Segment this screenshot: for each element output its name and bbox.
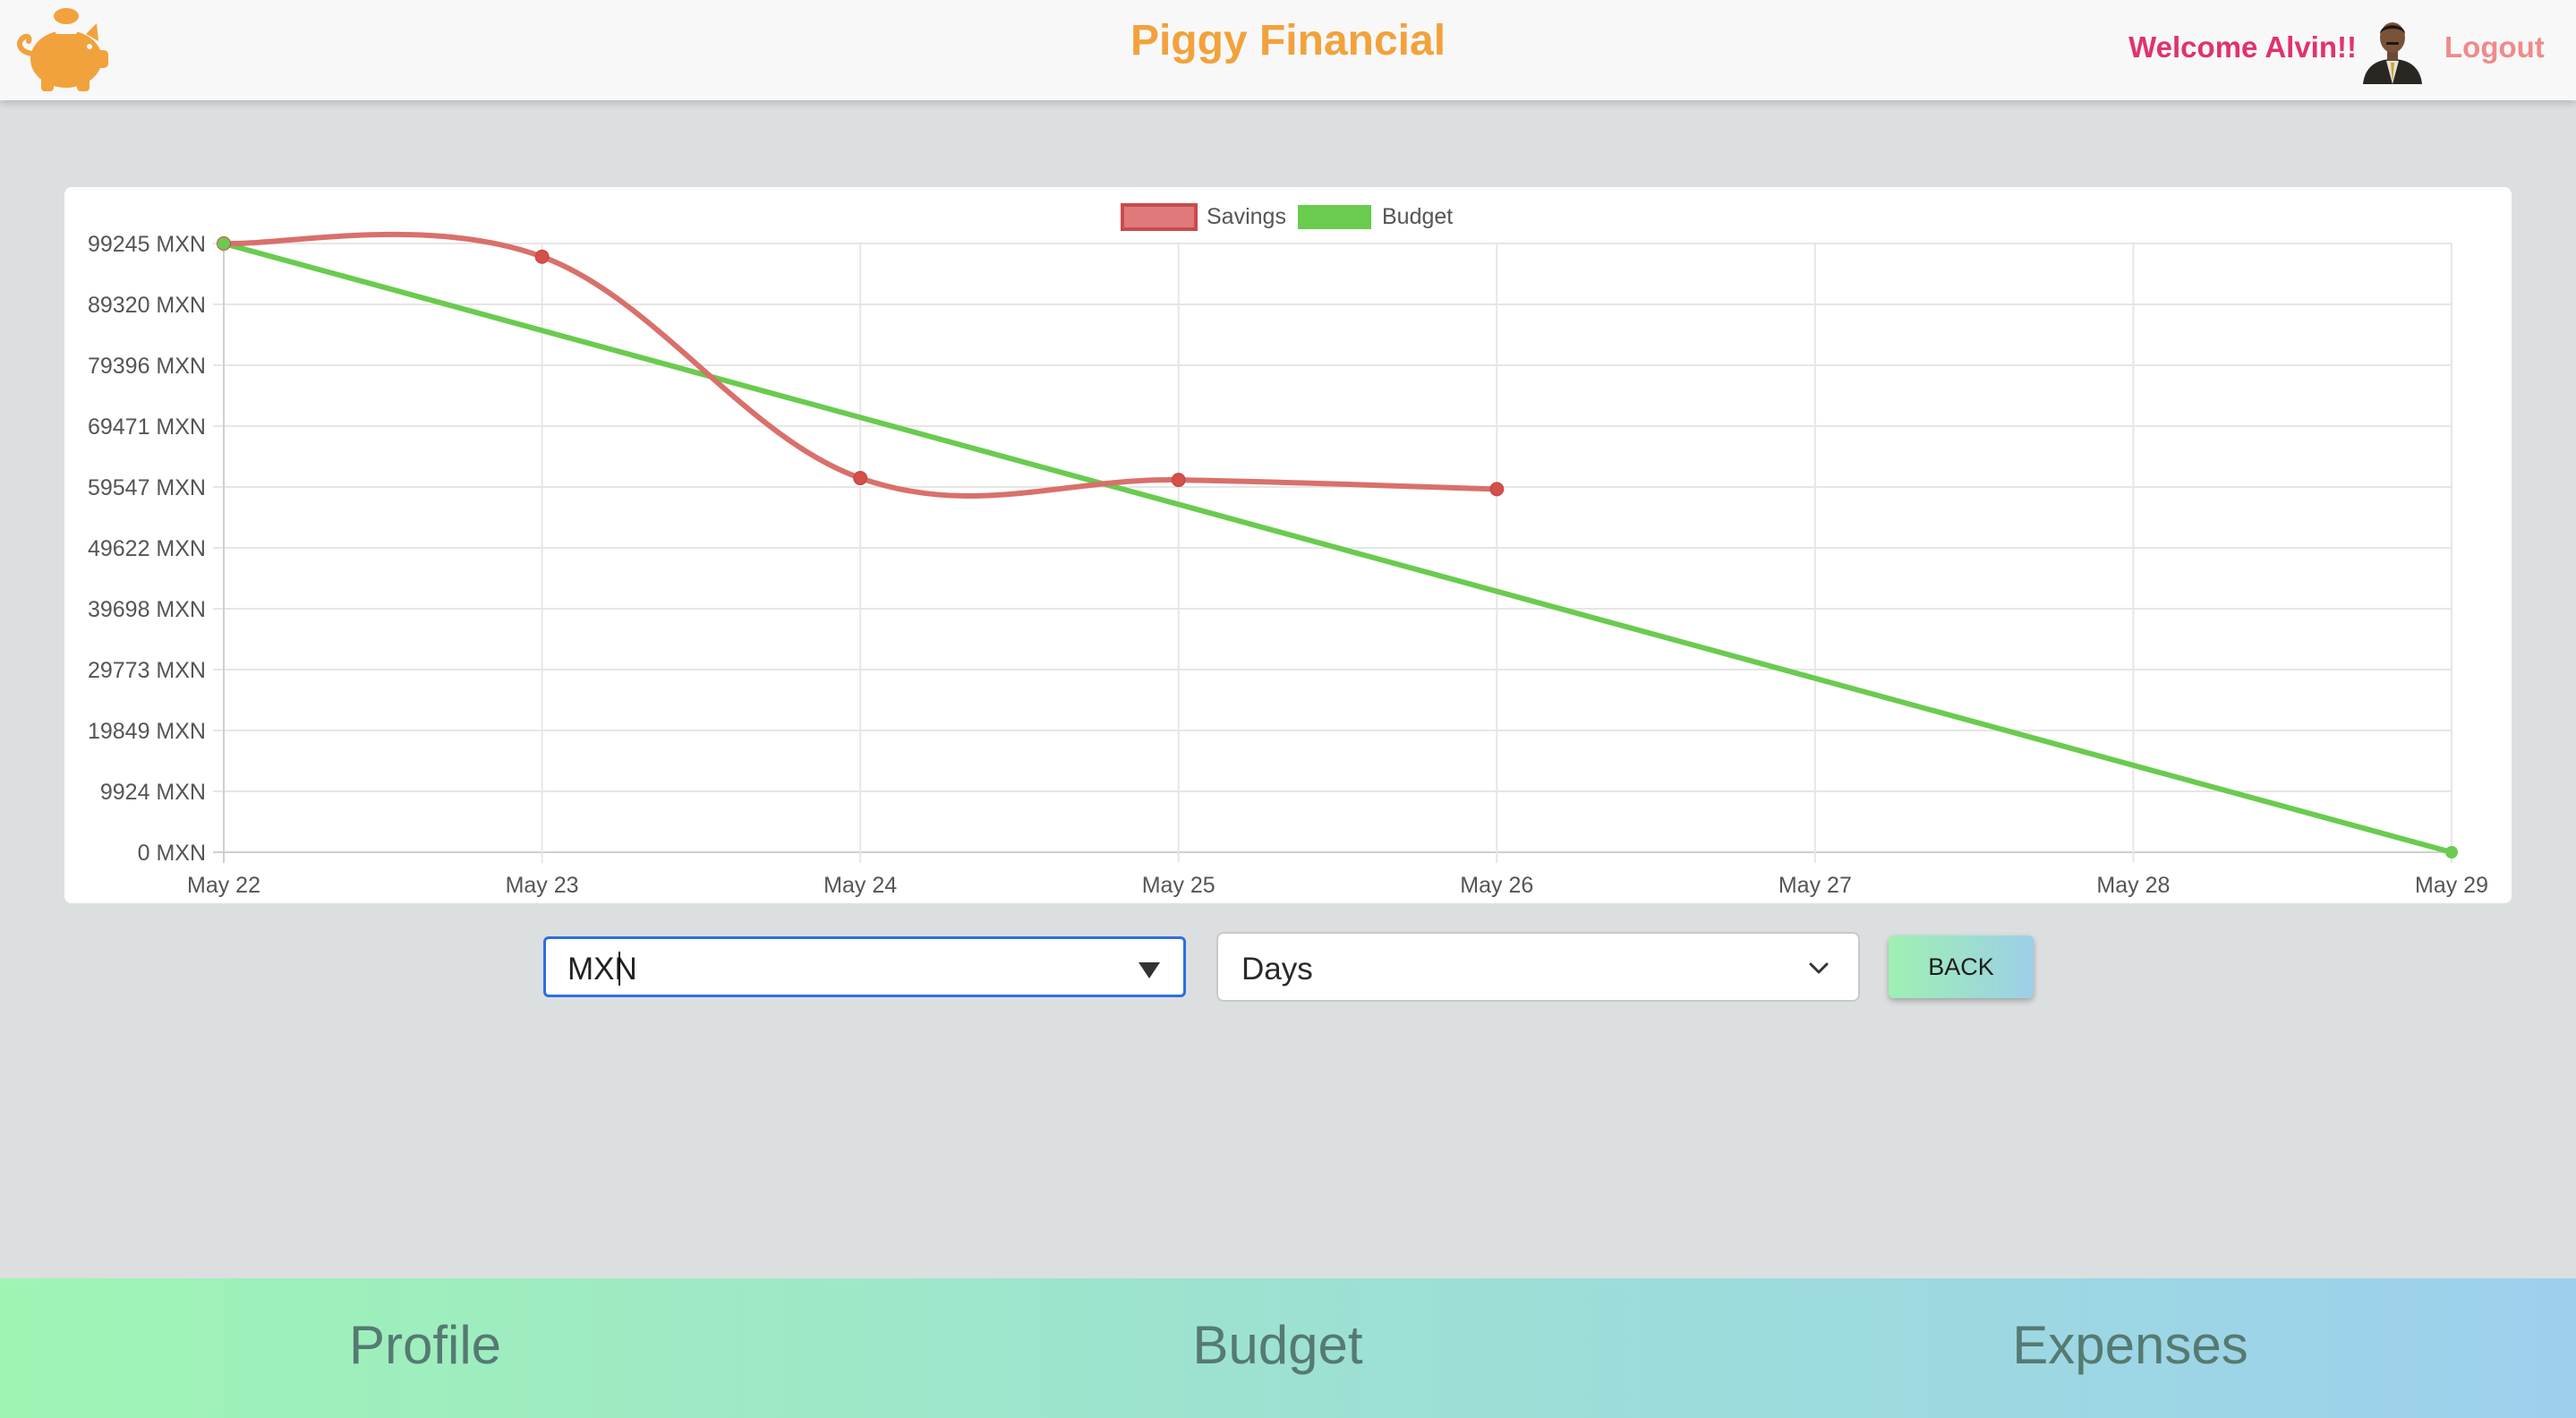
data-point-savings[interactable] xyxy=(1489,482,1505,497)
currency-select-value: MXN xyxy=(567,952,637,987)
data-point-savings[interactable] xyxy=(1171,473,1186,488)
chevron-down-icon[interactable] xyxy=(1806,955,1831,980)
x-tick-label: May 23 xyxy=(506,873,579,898)
y-tick-label: 59547 MXN xyxy=(88,475,206,500)
text-caret xyxy=(618,952,620,986)
legend-swatch-budget xyxy=(1298,205,1371,229)
top-header: Piggy Financial Welcome Alvin!! Logout xyxy=(0,0,2576,100)
app-title: Piggy Financial xyxy=(1130,17,1446,64)
nav-profile[interactable]: Profile xyxy=(340,1314,510,1376)
piggy-bank-icon[interactable] xyxy=(11,4,113,93)
data-point-savings[interactable] xyxy=(534,249,550,264)
legend-label-savings: Savings xyxy=(1207,204,1286,229)
bottom-nav: Profile Budget Expenses xyxy=(0,1278,2576,1418)
data-point-budget[interactable] xyxy=(218,237,230,250)
x-tick-label: May 29 xyxy=(2415,873,2488,898)
data-point-budget[interactable] xyxy=(2445,846,2458,858)
period-select-value: Days xyxy=(1241,952,1313,987)
x-tick-label: May 28 xyxy=(2096,873,2170,898)
y-tick-label: 29773 MXN xyxy=(88,658,206,683)
x-tick-label: May 26 xyxy=(1460,873,1533,898)
data-point-savings[interactable] xyxy=(853,471,868,486)
y-tick-label: 79396 MXN xyxy=(88,354,206,379)
dropdown-arrow-icon[interactable] xyxy=(1139,962,1160,978)
period-select[interactable]: Days xyxy=(1216,932,1860,1002)
y-tick-label: 19849 MXN xyxy=(88,719,206,744)
y-tick-label: 39698 MXN xyxy=(88,597,206,622)
currency-select[interactable]: MXN xyxy=(543,936,1186,997)
welcome-message: Welcome Alvin!! xyxy=(2128,30,2357,64)
x-tick-label: May 22 xyxy=(187,873,260,898)
x-tick-label: May 25 xyxy=(1142,873,1215,898)
y-tick-label: 69471 MXN xyxy=(88,414,206,440)
y-tick-label: 9924 MXN xyxy=(100,780,206,805)
nav-budget[interactable]: Budget xyxy=(1186,1314,1369,1376)
x-tick-label: May 24 xyxy=(823,873,897,898)
user-avatar[interactable] xyxy=(2358,14,2427,84)
nav-expenses[interactable]: Expenses xyxy=(2005,1314,2256,1376)
back-button[interactable]: BACK xyxy=(1889,935,2034,998)
y-tick-label: 89320 MXN xyxy=(88,293,206,318)
y-tick-label: 49622 MXN xyxy=(88,536,206,561)
legend-swatch-savings xyxy=(1121,203,1198,231)
y-tick-label: 0 MXN xyxy=(138,841,206,866)
x-tick-label: May 27 xyxy=(1778,873,1852,898)
legend-label-budget: Budget xyxy=(1382,204,1453,229)
logout-link[interactable]: Logout xyxy=(2444,30,2545,64)
savings-budget-chart: 0 MXN 9924 MXN 19849 MXN 29773 MXN 39698 MXN… xyxy=(88,203,2488,898)
chart-card: 0 MXN 9924 MXN 19849 MXN 29773 MXN 39698 MXN… xyxy=(64,187,2512,903)
y-tick-label: 99245 MXN xyxy=(88,232,206,257)
